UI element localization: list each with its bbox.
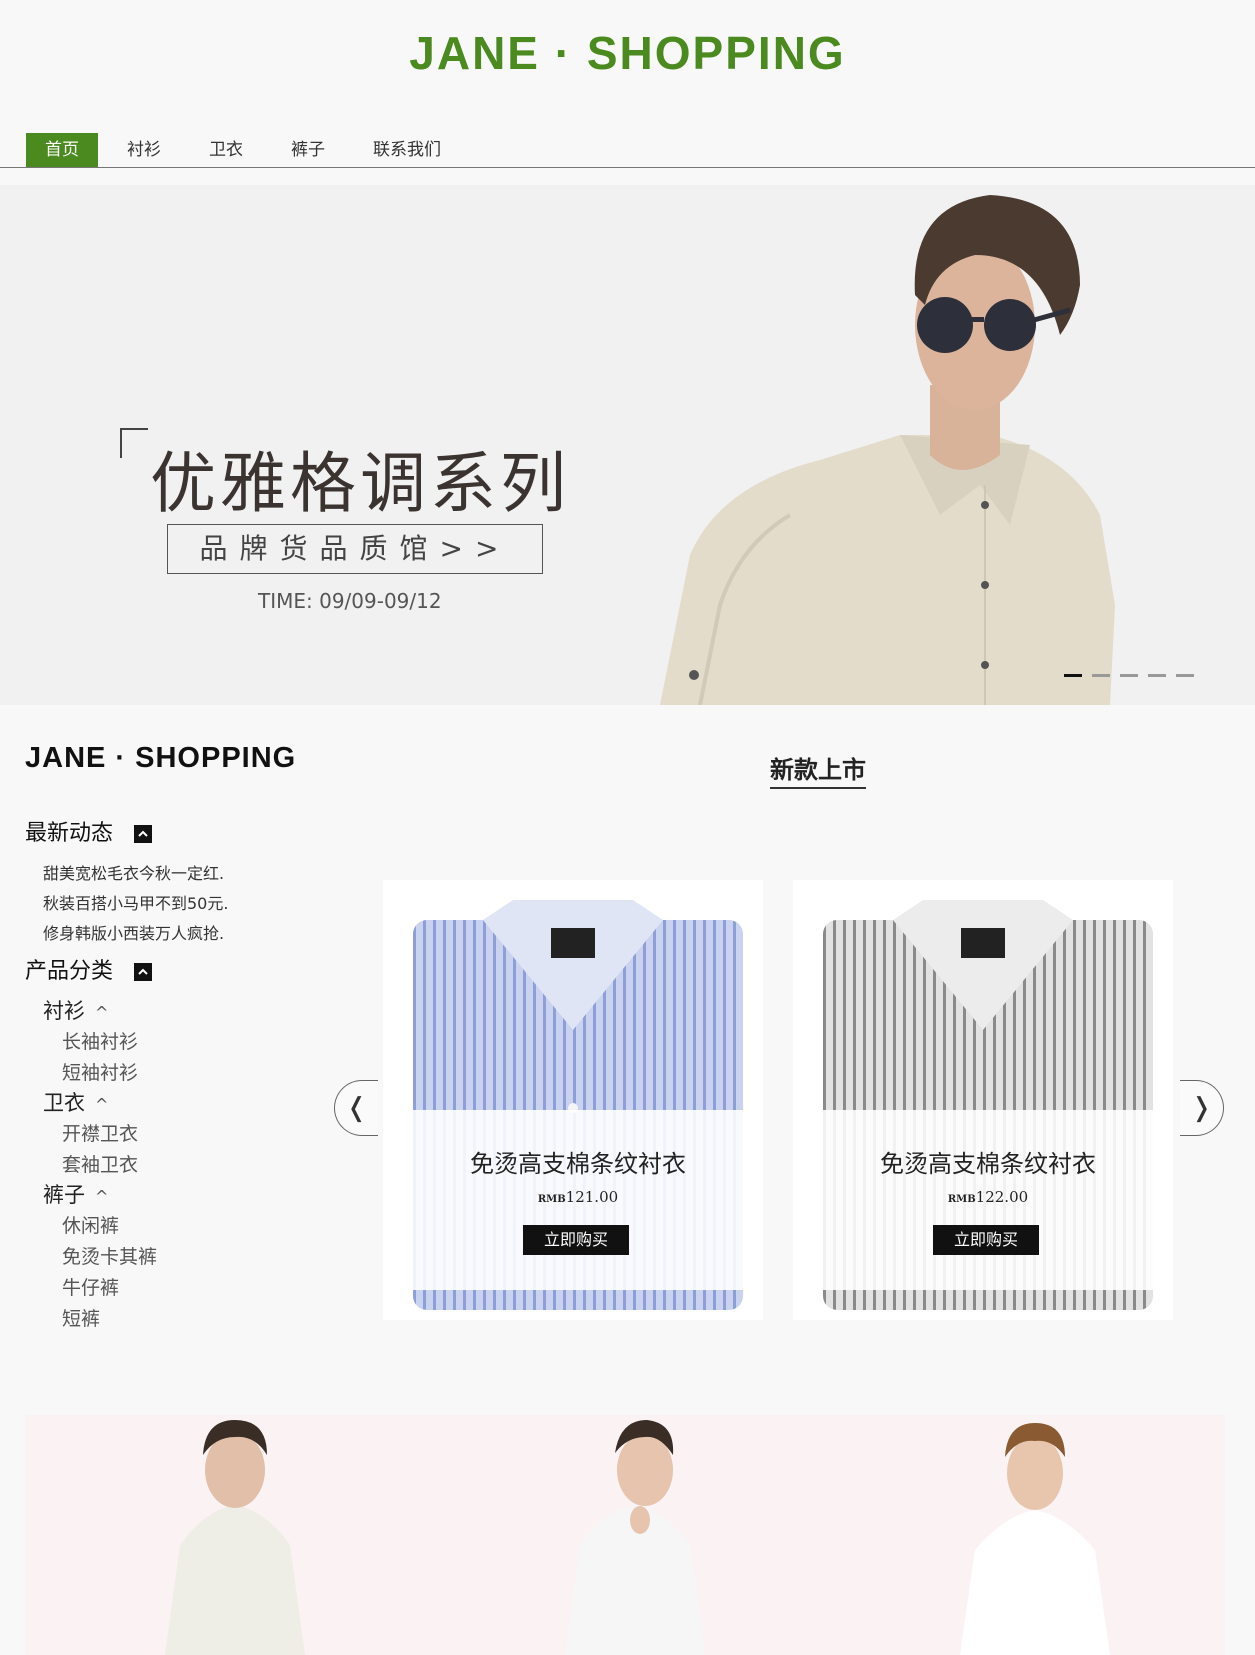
carousel-dot-1[interactable] xyxy=(1064,674,1082,677)
nav-item-hoodies[interactable]: 卫衣 xyxy=(190,133,262,167)
product-info-overlay: 免烫高支棉条纹衬衣 RMB121.00 立即购买 xyxy=(393,1110,763,1290)
collapse-news-icon[interactable] xyxy=(134,825,153,843)
category-hoodies[interactable]: 卫衣 ^ xyxy=(43,1087,108,1117)
featured-models-strip xyxy=(25,1415,1225,1655)
subcategory-item[interactable]: 短裤 xyxy=(62,1304,100,1331)
subcategory-item[interactable]: 免烫卡其裤 xyxy=(62,1242,157,1269)
product-price: RMB122.00 xyxy=(803,1188,1173,1206)
banner-title-bracket xyxy=(120,428,148,458)
carousel-dot-3[interactable] xyxy=(1120,674,1138,677)
news-item[interactable]: 甜美宽松毛衣今秋一定红. xyxy=(43,860,224,884)
banner-title: 优雅格调系列 xyxy=(150,445,570,522)
category-heading-label: 产品分类 xyxy=(25,959,114,984)
subcategory-item[interactable]: 牛仔裤 xyxy=(62,1273,119,1300)
model-image[interactable] xyxy=(535,1415,735,1655)
subcategory-item[interactable]: 长袖衬衫 xyxy=(62,1027,138,1054)
nav-divider xyxy=(0,167,1255,168)
category-shirts-label: 衬衫 xyxy=(43,999,85,1023)
product-card[interactable]: 免烫高支棉条纹衬衣 RMB122.00 立即购买 xyxy=(793,880,1173,1320)
main-nav: 首页 衬衫 卫衣 裤子 联系我们 xyxy=(26,133,470,167)
subcategory-item[interactable]: 短袖衬衫 xyxy=(62,1058,138,1085)
price-value: 121.00 xyxy=(565,1188,619,1206)
prev-arrow-icon[interactable]: ❬ xyxy=(334,1080,378,1136)
banner-time: TIME: 09/09-09/12 xyxy=(258,589,442,613)
site-logo[interactable]: JANE · SHOPPING xyxy=(0,26,1255,80)
category-pants[interactable]: 裤子 ^ xyxy=(43,1179,108,1209)
chevron-up-icon[interactable]: ^ xyxy=(95,1187,108,1206)
carousel-dot-2[interactable] xyxy=(1092,674,1110,677)
category-hoodies-label: 卫衣 xyxy=(43,1091,85,1115)
subcategory-item[interactable]: 休闲裤 xyxy=(62,1211,119,1238)
chevron-up-icon[interactable]: ^ xyxy=(95,1003,108,1022)
nav-item-home[interactable]: 首页 xyxy=(26,133,98,167)
carousel-indicators xyxy=(1064,674,1204,677)
price-value: 122.00 xyxy=(975,1188,1029,1206)
news-item[interactable]: 修身韩版小西装万人疯抢. xyxy=(43,920,224,944)
product-price: RMB121.00 xyxy=(393,1188,763,1206)
chevron-up-icon[interactable]: ^ xyxy=(95,1095,108,1114)
buy-now-button[interactable]: 立即购买 xyxy=(933,1225,1039,1255)
category-heading: 产品分类 xyxy=(25,953,153,985)
product-card[interactable]: 免烫高支棉条纹衬衣 RMB121.00 立即购买 xyxy=(383,880,763,1320)
next-arrow-icon[interactable]: ❭ xyxy=(1180,1080,1224,1136)
product-info-overlay: 免烫高支棉条纹衬衣 RMB122.00 立即购买 xyxy=(803,1110,1173,1290)
news-item[interactable]: 秋装百搭小马甲不到50元. xyxy=(43,890,228,914)
news-heading: 最新动态 xyxy=(25,815,153,847)
model-image[interactable] xyxy=(935,1415,1135,1655)
model-image[interactable] xyxy=(135,1415,335,1655)
category-pants-label: 裤子 xyxy=(43,1183,85,1207)
product-name[interactable]: 免烫高支棉条纹衬衣 xyxy=(803,1144,1173,1179)
news-heading-label: 最新动态 xyxy=(25,821,114,846)
subcategory-item[interactable]: 开襟卫衣 xyxy=(62,1119,138,1146)
price-currency: RMB xyxy=(537,1194,566,1205)
carousel-dot-5[interactable] xyxy=(1176,674,1194,677)
nav-item-contact[interactable]: 联系我们 xyxy=(354,133,460,167)
nav-item-pants[interactable]: 裤子 xyxy=(272,133,344,167)
sidebar-logo: JANE · SHOPPING xyxy=(25,742,297,774)
price-currency: RMB xyxy=(947,1194,976,1205)
buy-now-button[interactable]: 立即购买 xyxy=(523,1225,629,1255)
collapse-category-icon[interactable] xyxy=(134,963,153,981)
carousel-dot-4[interactable] xyxy=(1148,674,1166,677)
subcategory-item[interactable]: 套袖卫衣 xyxy=(62,1150,138,1177)
banner-brand-button[interactable]: 品牌货品质馆>> xyxy=(167,524,543,574)
nav-item-shirts[interactable]: 衬衫 xyxy=(108,133,180,167)
category-shirts[interactable]: 衬衫 ^ xyxy=(43,995,108,1025)
product-name[interactable]: 免烫高支棉条纹衬衣 xyxy=(393,1144,763,1179)
new-arrivals-title: 新款上市 xyxy=(770,750,866,789)
